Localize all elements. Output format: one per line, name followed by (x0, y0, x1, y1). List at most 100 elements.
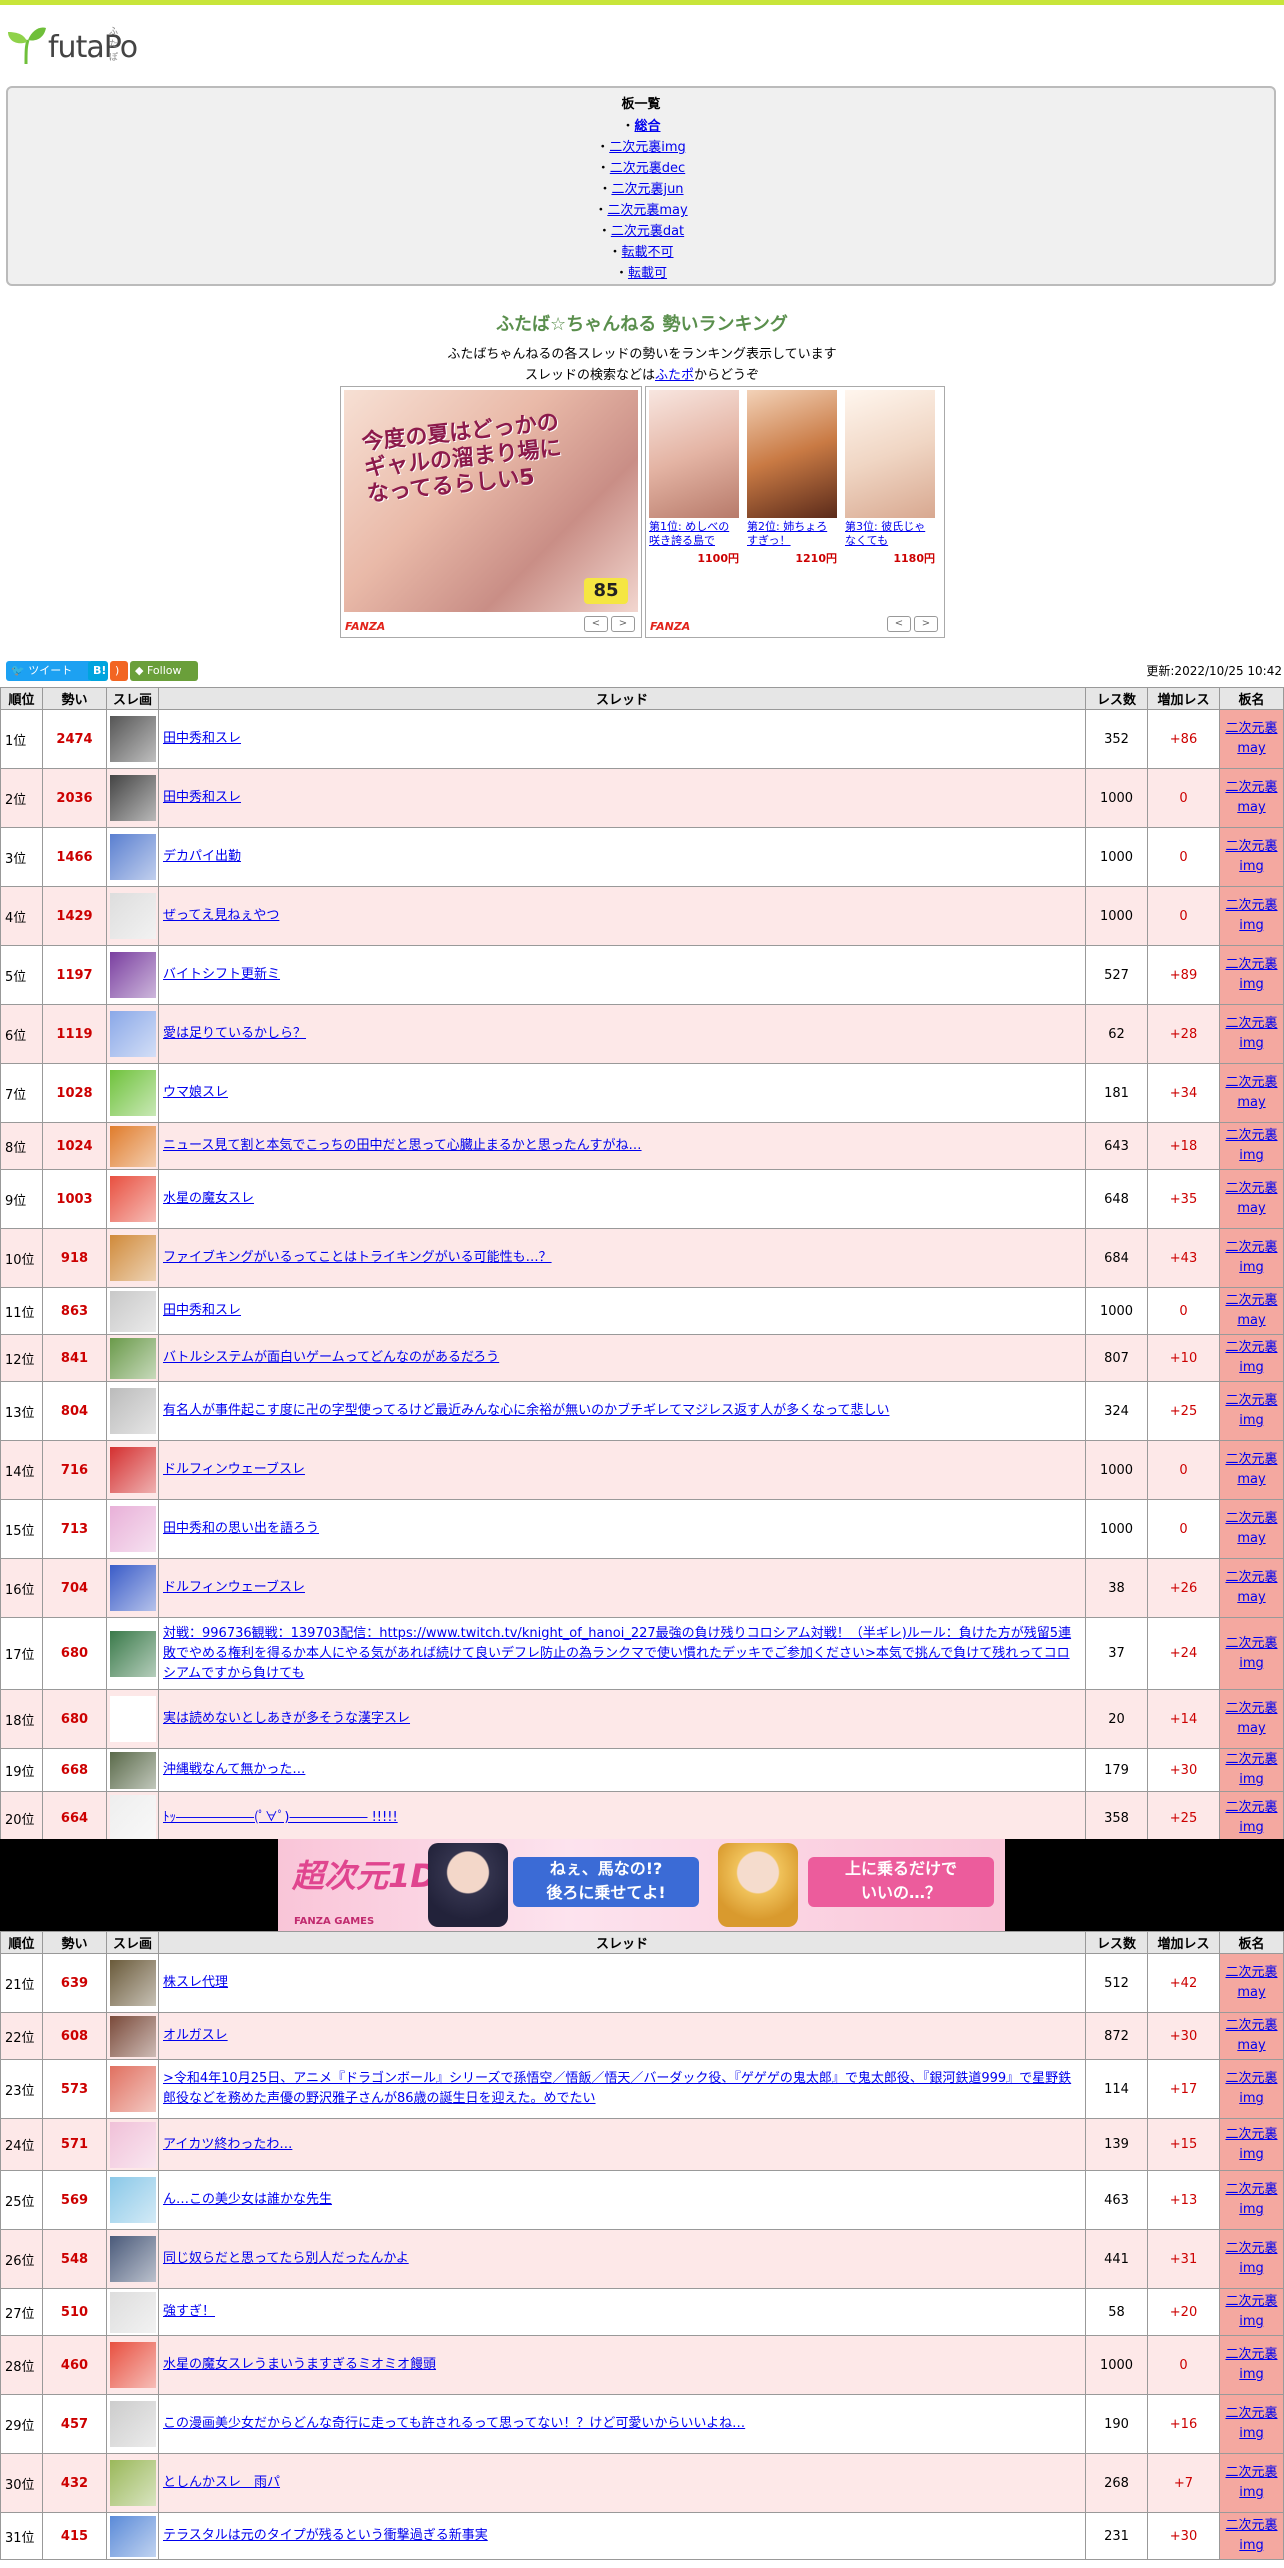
ad-item-caption[interactable]: 第3位: 彼氏じゃなくても (845, 520, 935, 548)
board-link[interactable]: 二次元裏jun (611, 182, 683, 197)
futapo-link[interactable]: ふたポ (655, 368, 694, 383)
rss-icon[interactable]: ) (110, 661, 128, 681)
thread-thumbnail[interactable] (109, 1176, 156, 1222)
thread-thumbnail[interactable] (109, 893, 156, 939)
board-name-link[interactable]: 二次元裏img (1225, 839, 1277, 874)
thread-thumbnail[interactable] (109, 2015, 156, 2057)
ad-item[interactable]: 第1位: めしべの咲き誇る島で 1100円 (649, 390, 739, 566)
thread-thumbnail[interactable] (109, 2291, 156, 2333)
thumbnail-cell[interactable] (106, 1063, 159, 1123)
board-name-link[interactable]: 二次元裏img (1225, 1128, 1277, 1163)
thread-link[interactable]: ぜってえ見ねぇやつ (163, 908, 279, 923)
thumbnail-cell[interactable] (106, 1440, 159, 1500)
thumbnail-cell[interactable] (106, 827, 159, 887)
thumbnail-cell[interactable] (106, 886, 159, 946)
thread-link[interactable]: ウマ娘スレ (163, 1085, 228, 1100)
thread-link[interactable]: 強すぎ！ (163, 2304, 215, 2319)
ad-item-image[interactable] (747, 390, 837, 518)
thumbnail-cell[interactable] (106, 2394, 159, 2454)
ad-item[interactable]: 第2位: 姉ちょろすぎっ！ 1210円 (747, 390, 837, 566)
thread-link[interactable]: ドルフィンウェーブスレ (163, 1462, 305, 1477)
board-name-link[interactable]: 二次元裏img (1225, 2465, 1277, 2500)
thread-link[interactable]: 同じ奴らだと思ってたら別人だったんかよ (163, 2251, 409, 2266)
thumbnail-cell[interactable] (106, 2512, 159, 2560)
ad-item-image[interactable] (845, 390, 935, 518)
thread-link[interactable]: 実は読めないとしあきが多そうな漢字スレ (163, 1711, 410, 1726)
thread-thumbnail[interactable] (109, 1011, 156, 1057)
board-name-link[interactable]: 二次元裏img (1225, 1340, 1277, 1375)
thread-thumbnail[interactable] (109, 1388, 156, 1434)
board-name-link[interactable]: 二次元裏img (1225, 1752, 1277, 1787)
thread-link[interactable]: としんかスレ 雨パ (163, 2475, 280, 2490)
thumbnail-cell[interactable] (106, 2118, 159, 2171)
board-name-link[interactable]: 二次元裏img (1225, 1393, 1277, 1428)
thread-link[interactable]: ﾄｯ――――――(ﾟ∀ﾟ)―――――― !!!!! (163, 1810, 398, 1825)
board-link[interactable]: 転載可 (628, 266, 667, 281)
thread-thumbnail[interactable] (109, 2515, 156, 2557)
thread-thumbnail[interactable] (109, 1960, 156, 2006)
thread-link[interactable]: 対戦：996736観戦：139703配信：https://www.twitch.… (163, 1626, 1071, 1681)
thread-thumbnail[interactable] (109, 1565, 156, 1611)
board-name-link[interactable]: 二次元裏may (1225, 1965, 1277, 2000)
board-link[interactable]: 二次元裏img (609, 140, 686, 155)
thread-link[interactable]: 田中秀和スレ (163, 731, 241, 746)
prev-arrow-icon[interactable]: < (584, 616, 608, 632)
board-name-link[interactable]: 二次元裏img (1225, 2518, 1277, 2553)
tweet-button[interactable]: 🐦 ツイート (6, 661, 92, 681)
thread-link[interactable]: 水星の魔女スレうまいうますぎるミオミオ饅頭 (163, 2357, 436, 2372)
prev-arrow-icon[interactable]: < (887, 616, 911, 632)
thread-thumbnail[interactable] (109, 952, 156, 998)
board-name-link[interactable]: 二次元裏img (1225, 2127, 1277, 2162)
board-name-link[interactable]: 二次元裏img (1225, 957, 1277, 992)
thread-thumbnail[interactable] (109, 834, 156, 880)
thumbnail-cell[interactable] (106, 1689, 159, 1749)
board-name-link[interactable]: 二次元裏img (1225, 1016, 1277, 1051)
thumbnail-cell[interactable] (106, 1334, 159, 1382)
board-link[interactable]: 総合 (635, 119, 661, 134)
thread-link[interactable]: 株スレ代理 (163, 1975, 228, 1990)
thread-link[interactable]: テラスタルは元のタイプが残るという衝撃過ぎる新事実 (163, 2528, 488, 2543)
feedly-follow-button[interactable]: ◆ Follow (130, 661, 198, 681)
thread-link[interactable]: 沖縄戦なんて無かった… (163, 1762, 305, 1777)
thumbnail-cell[interactable] (106, 1004, 159, 1064)
thread-thumbnail[interactable] (109, 2342, 156, 2388)
board-name-link[interactable]: 二次元裏img (1225, 2347, 1277, 2382)
thumbnail-cell[interactable] (106, 945, 159, 1005)
board-name-link[interactable]: 二次元裏img (1225, 2294, 1277, 2329)
thumbnail-cell[interactable] (106, 1748, 159, 1792)
board-name-link[interactable]: 二次元裏img (1225, 1636, 1277, 1671)
thumbnail-cell[interactable] (106, 2170, 159, 2230)
board-name-link[interactable]: 二次元裏may (1225, 721, 1277, 756)
thread-thumbnail[interactable] (109, 2066, 156, 2112)
board-name-link[interactable]: 二次元裏may (1225, 780, 1277, 815)
board-name-link[interactable]: 二次元裏img (1225, 898, 1277, 933)
thread-thumbnail[interactable] (109, 1795, 156, 1841)
thumbnail-cell[interactable] (106, 1122, 159, 1170)
thread-thumbnail[interactable] (109, 1447, 156, 1493)
thumbnail-cell[interactable] (106, 1558, 159, 1618)
board-name-link[interactable]: 二次元裏may (1225, 2018, 1277, 2053)
thumbnail-cell[interactable] (106, 2288, 159, 2336)
board-name-link[interactable]: 二次元裏may (1225, 1570, 1277, 1605)
ad-item-image[interactable] (649, 390, 739, 518)
thread-link[interactable]: 田中秀和の思い出を語ろう (163, 1521, 319, 1536)
thread-thumbnail[interactable] (109, 1337, 156, 1379)
thread-thumbnail[interactable] (109, 2177, 156, 2223)
thumbnail-cell[interactable] (106, 2335, 159, 2395)
thread-thumbnail[interactable] (109, 1506, 156, 1552)
thread-thumbnail[interactable] (109, 2401, 156, 2447)
thread-thumbnail[interactable] (109, 1751, 156, 1789)
board-link[interactable]: 二次元裏dat (611, 224, 684, 239)
thread-link[interactable]: 田中秀和スレ (163, 1303, 241, 1318)
board-name-link[interactable]: 二次元裏may (1225, 1511, 1277, 1546)
thread-link[interactable]: アイカツ終わったわ… (163, 2137, 292, 2152)
thread-link[interactable]: バイトシフト更新ミ (163, 967, 280, 982)
thread-link[interactable]: バトルシステムが面白いゲームってどんなのがあるだろう (163, 1350, 499, 1365)
board-link[interactable]: 二次元裏may (607, 203, 687, 218)
thread-thumbnail[interactable] (109, 2460, 156, 2506)
game-ad-image[interactable]: 超次元1D ねぇ、馬なの!? 後ろに乗せてよ! 上に乗るだけで いいの…？ FA… (278, 1839, 1005, 1931)
board-name-link[interactable]: 二次元裏img (1225, 2071, 1277, 2106)
ad-banner-large[interactable]: 今度の夏はどっかのギャルの溜まり場になってるらしい5 85 FANZA < > (340, 386, 642, 638)
board-name-link[interactable]: 二次元裏may (1225, 1293, 1277, 1328)
thread-link[interactable]: ドルフィンウェーブスレ (163, 1580, 305, 1595)
